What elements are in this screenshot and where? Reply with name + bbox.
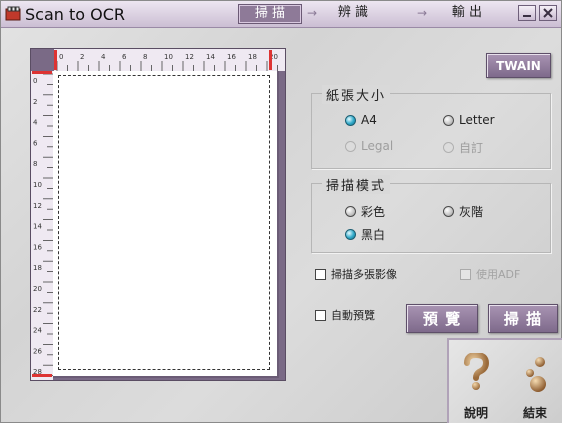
radio-legal[interactable]: Legal [345, 139, 393, 153]
vertical-ruler: 0246810121416182022242628 [31, 71, 53, 380]
paper-size-group: 紙張大小 A4 Letter Legal 自訂 [311, 85, 551, 169]
use-adf-box [460, 268, 471, 280]
radio-black-white-label: 黑白 [361, 228, 386, 242]
radio-a4-indicator [345, 114, 356, 126]
ruler-tick-label: 12 [33, 202, 42, 210]
ruler-tick-label: 4 [33, 119, 38, 127]
preview-button[interactable]: 預 覽 [406, 304, 478, 333]
ruler-tick-label: 10 [164, 53, 173, 61]
radio-color-label: 彩色 [361, 205, 386, 219]
scan-preview-area[interactable] [53, 71, 279, 378]
minimize-button[interactable] [518, 5, 536, 21]
ruler-tick-label: 2 [80, 53, 84, 61]
radio-letter-label: Letter [459, 113, 495, 127]
help-label[interactable]: 說明 [464, 404, 488, 421]
radio-custom-label: 自訂 [459, 141, 484, 155]
ruler-tick-label: 0 [33, 77, 37, 85]
ruler-tick-label: 8 [33, 160, 37, 168]
ruler-tick-label: 18 [248, 53, 257, 61]
multi-scan-checkbox[interactable]: 掃描多張影像 [315, 266, 397, 282]
radio-a4[interactable]: A4 [345, 113, 377, 127]
exit-icon [526, 357, 546, 392]
app-icon [5, 6, 21, 22]
radio-custom-indicator [443, 142, 454, 153]
ruler-tick-label: 26 [33, 347, 42, 355]
multi-scan-box [315, 268, 326, 280]
radio-grayscale-indicator [443, 206, 454, 217]
ruler-tick-label: 10 [33, 181, 42, 189]
radio-legal-label: Legal [361, 139, 394, 153]
radio-black-white-indicator [345, 229, 356, 240]
radio-grayscale[interactable]: 灰階 [443, 203, 483, 220]
use-adf-checkbox[interactable]: 使用ADF [460, 266, 520, 282]
radio-letter-indicator [443, 114, 454, 126]
ruler-tick-label: 24 [33, 327, 42, 335]
scan-mode-title: 掃描模式 [322, 175, 391, 194]
ruler-tick-label: 6 [122, 53, 127, 61]
horizontal-ruler: 0 2 4 6 8 10 12 14 16 18 20 [54, 49, 285, 71]
help-icon [464, 351, 490, 390]
radio-color-indicator [345, 206, 356, 217]
ruler-tick-label: 8 [143, 53, 147, 61]
scan-button[interactable]: 掃 描 [488, 304, 558, 333]
auto-preview-box [315, 309, 326, 321]
ruler-tick-label: 2 [33, 98, 37, 106]
ruler-marker-left[interactable] [54, 50, 57, 70]
radio-a4-label: A4 [361, 113, 377, 127]
twain-button[interactable]: TWAIN [486, 53, 551, 78]
radio-letter[interactable]: Letter [443, 113, 495, 127]
radio-grayscale-label: 灰階 [459, 205, 484, 219]
window-title: Scan to OCR [25, 5, 126, 24]
scan-to-ocr-window: Scan to OCR 掃 描 → 辨 識 → 輸 出 0 2 4 6 8 10 12 14 1… [0, 0, 562, 423]
step-recognize[interactable]: 辨 識 [330, 4, 376, 22]
radio-color[interactable]: 彩色 [345, 203, 385, 220]
ruler-marker-right[interactable] [269, 50, 272, 70]
scan-selection-box[interactable] [58, 75, 270, 370]
auto-preview-label: 自動預覽 [331, 309, 375, 322]
help-button[interactable] [459, 351, 493, 397]
ruler-tick-label: 18 [33, 264, 42, 272]
radio-black-white[interactable]: 黑白 [345, 226, 385, 243]
exit-label[interactable]: 結束 [523, 404, 547, 421]
radio-custom[interactable]: 自訂 [443, 139, 483, 156]
ruler-tick-label: 6 [33, 139, 38, 147]
title-bar: Scan to OCR 掃 描 → 辨 識 → 輸 出 [1, 1, 561, 28]
ruler-tick-label: 22 [33, 306, 42, 314]
ruler-tick-label: 16 [33, 243, 42, 251]
ruler-tick-label: 14 [33, 223, 42, 231]
step-arrow-icon: → [417, 6, 428, 20]
ruler-marker-top[interactable] [32, 71, 52, 74]
ruler-tick-label: 14 [206, 53, 215, 61]
step-scan[interactable]: 掃 描 [238, 4, 302, 24]
scan-mode-group: 掃描模式 彩色 灰階 黑白 [311, 175, 551, 253]
auto-preview-checkbox[interactable]: 自動預覽 [315, 307, 375, 323]
step-output[interactable]: 輸 出 [444, 4, 490, 22]
close-icon [543, 8, 553, 18]
ruler-tick-label: 16 [227, 53, 236, 61]
close-button[interactable] [539, 5, 557, 21]
use-adf-label: 使用ADF [476, 268, 521, 281]
ruler-tick-label: 12 [185, 53, 194, 61]
ruler-tick-label: 0 [59, 53, 63, 61]
radio-legal-indicator [345, 140, 356, 152]
minimize-icon [523, 15, 531, 17]
step-arrow-icon: → [307, 6, 318, 20]
ruler-tick-label: 4 [101, 53, 106, 61]
paper-size-title: 紙張大小 [322, 85, 391, 104]
multi-scan-label: 掃描多張影像 [331, 268, 397, 281]
ruler-tick-label: 20 [33, 285, 42, 293]
ruler-marker-bottom[interactable] [32, 374, 52, 377]
exit-button[interactable] [516, 355, 552, 399]
